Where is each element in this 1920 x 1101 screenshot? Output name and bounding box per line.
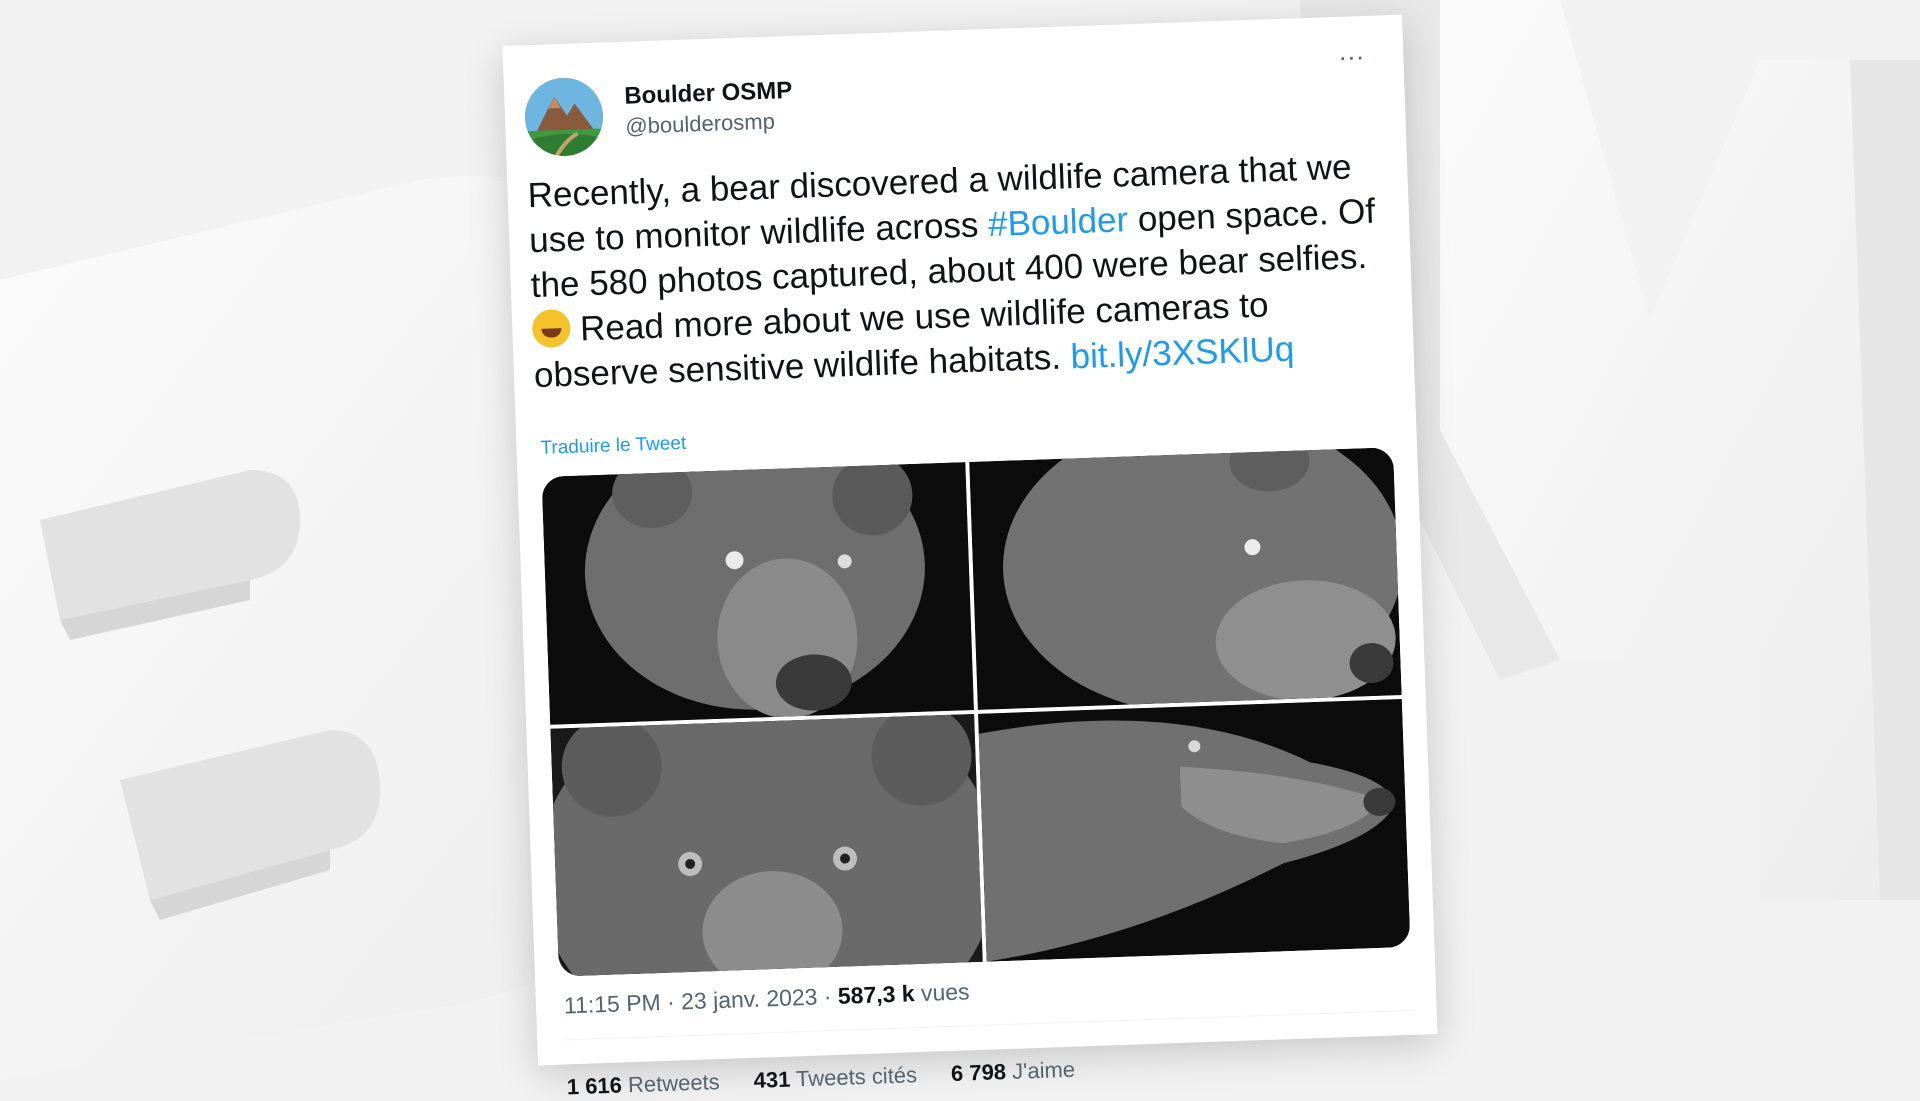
bear-photo[interactable] — [550, 713, 983, 977]
views-count: 587,3 k — [837, 980, 916, 1009]
bear-photo-image — [969, 447, 1402, 710]
photo-grid — [541, 447, 1411, 977]
bear-photo[interactable] — [541, 462, 974, 725]
quotes-label: Tweets cités — [795, 1062, 918, 1092]
quote-tweets-stat[interactable]: 431 Tweets cités — [753, 1062, 917, 1094]
tweet-meta: 11:15 PM · 23 janv. 2023 · 587,3 k vues — [564, 978, 970, 1019]
likes-count: 6 798 — [950, 1059, 1007, 1086]
bear-photo[interactable] — [969, 447, 1402, 710]
retweets-stat[interactable]: 1 616 Retweets — [566, 1069, 720, 1100]
more-options-button[interactable]: ··· — [1329, 41, 1374, 78]
author-handle[interactable]: @boulderosmp — [625, 106, 794, 142]
url-link[interactable]: bit.ly/3XSKlUq — [1070, 330, 1295, 377]
views-label: vues — [914, 978, 970, 1007]
translate-tweet-link[interactable]: Traduire le Tweet — [540, 433, 686, 460]
bear-photo[interactable] — [978, 699, 1411, 962]
tweet-card: Boulder OSMP @boulderosmp ··· Recently, … — [502, 14, 1438, 1099]
bear-photo-image — [550, 713, 983, 977]
hashtag-link[interactable]: #Boulder — [987, 200, 1128, 244]
likes-stat[interactable]: 6 798 J'aime — [951, 1057, 1076, 1087]
mountain-logo-icon — [523, 76, 605, 158]
timestamp[interactable]: 11:15 PM · 23 janv. 2023 · — [564, 983, 839, 1018]
retweets-count: 1 616 — [566, 1072, 623, 1100]
bear-photo-image — [978, 699, 1411, 962]
bear-photo-image — [541, 462, 974, 725]
avatar[interactable] — [523, 76, 605, 158]
retweets-label: Retweets — [627, 1069, 721, 1098]
author-info: Boulder OSMP @boulderosmp — [624, 76, 794, 142]
tweet-text: Recently, a bear discovered a wildlife c… — [527, 143, 1394, 398]
tweet-header: Boulder OSMP @boulderosmp ··· — [523, 41, 1386, 163]
rolling-on-floor-laughing-emoji-icon — [531, 308, 572, 349]
